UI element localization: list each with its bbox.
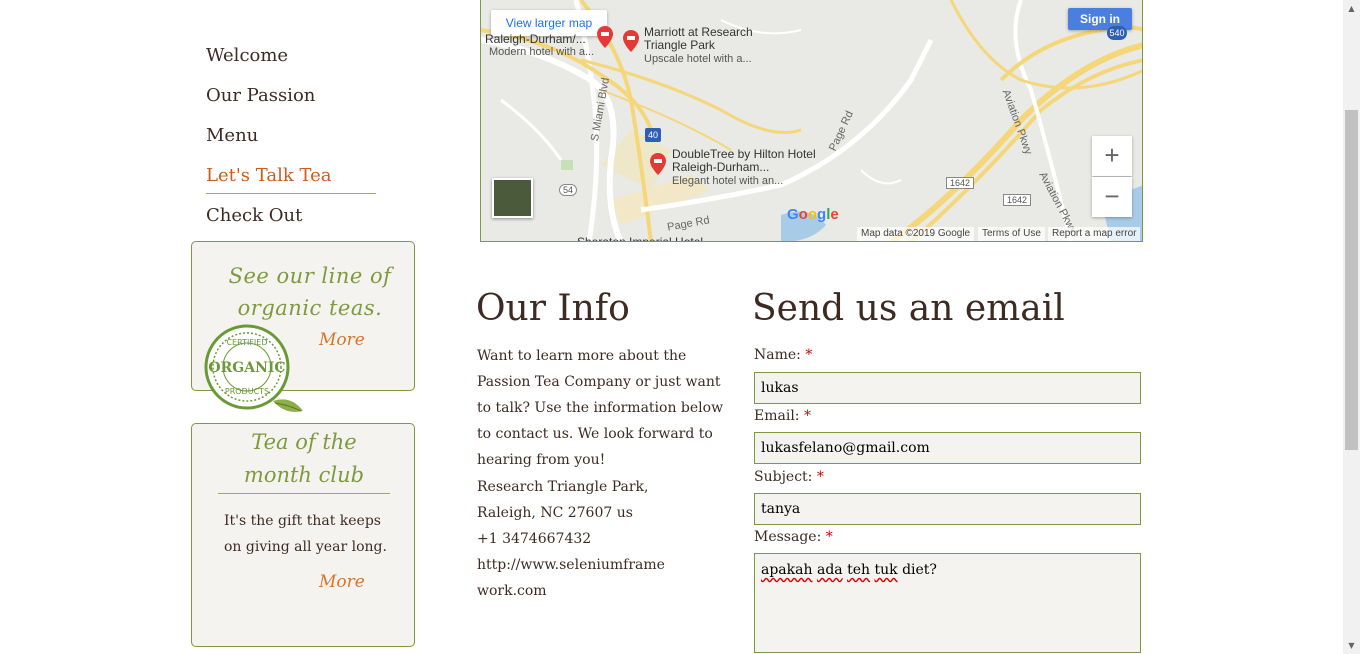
map-data-credit: Map data ©2019 Google (857, 227, 975, 241)
organic-seal-icon: CERTIFIED ORGANIC PRODUCTS (204, 324, 303, 412)
contact-details: Research Triangle Park, Raleigh, NC 2760… (477, 474, 667, 604)
map-place-doubletree: DoubleTree by Hilton Hotel Raleigh-Durha… (672, 147, 816, 174)
tea-club-title: Tea of the month club (218, 426, 390, 494)
message-label: Message: * (754, 529, 833, 545)
hotel-pin-icon[interactable] (597, 26, 613, 48)
message-word: diet? (902, 562, 937, 578)
address-line-1: Research Triangle Park, (477, 479, 649, 495)
tea-club-more-link[interactable]: More (319, 572, 365, 592)
map-zoom-out-button[interactable]: − (1092, 177, 1132, 217)
our-info-heading: Our Info (476, 288, 630, 329)
map-zoom-in-button[interactable]: + (1092, 136, 1132, 176)
route-1642-shield-icon: 1642 (946, 177, 974, 189)
scroll-up-arrow-icon[interactable]: ▲ (1343, 0, 1360, 17)
map-place-marriott-sub: Upscale hotel with a... (644, 53, 752, 65)
map-place-marriott: Marriott at Research Triangle Park (644, 25, 753, 52)
route-1642-shield-icon: 1642 (1003, 194, 1031, 206)
map-place-raleigh-durham: Raleigh-Durham/... (485, 33, 586, 46)
scrollbar-thumb[interactable] (1345, 110, 1358, 450)
scroll-down-arrow-icon[interactable]: ▼ (1343, 637, 1360, 654)
message-word: teh (847, 562, 871, 578)
tea-club-card: Tea of the month club It's the gift that… (191, 423, 415, 647)
message-word: apakah (761, 562, 813, 578)
nav-item-our-passion[interactable]: Our Passion (206, 82, 376, 122)
hotel-pin-icon[interactable] (650, 153, 666, 175)
page-scrollbar[interactable]: ▲ ▼ (1343, 0, 1360, 654)
seal-bottom-text: PRODUCTS (225, 387, 269, 396)
address-line-2: Raleigh, NC 27607 us (477, 505, 633, 521)
email-field[interactable]: lukasfelano@gmail.com (754, 432, 1141, 464)
nav-item-welcome[interactable]: Welcome (206, 42, 376, 82)
nav-item-menu[interactable]: Menu (206, 122, 376, 162)
sidebar-nav: Welcome Our Passion Menu Let's Talk Tea … (206, 42, 376, 242)
hotel-pin-icon[interactable] (623, 30, 639, 52)
message-textarea[interactable]: apakah ada teh tuk diet? (754, 553, 1141, 653)
seal-top-text: CERTIFIED (226, 338, 267, 347)
subject-field[interactable]: tanya (754, 493, 1141, 525)
map-place-raleigh-durham-sub: Modern hotel with a... (489, 46, 595, 58)
interstate-40-shield-icon: 40 (645, 128, 661, 142)
nav-item-check-out[interactable]: Check Out (206, 202, 376, 242)
message-word: tuk (874, 562, 898, 578)
map-place-sheraton: Sheraton Imperial Hotel (577, 236, 703, 241)
required-mark: * (805, 347, 813, 363)
organic-more-link[interactable]: More (319, 330, 365, 350)
google-logo: Google (787, 206, 839, 223)
google-map[interactable]: View larger map Sign in Raleigh-Durham/.… (480, 0, 1143, 242)
tea-club-text: It's the gift that keeps on giving all y… (224, 513, 387, 555)
seal-middle-text: ORGANIC (208, 360, 285, 376)
required-mark: * (803, 408, 811, 424)
satellite-view-toggle[interactable] (492, 178, 533, 218)
name-label: Name: * (754, 347, 813, 363)
subject-label: Subject: * (754, 469, 824, 485)
send-email-heading: Send us an email (752, 288, 1065, 329)
our-info-text: Want to learn more about the Passion Tea… (477, 348, 724, 468)
email-label: Email: * (754, 408, 811, 424)
map-place-doubletree-sub: Elegant hotel with an... (672, 175, 784, 187)
phone-number: +1 3474667432 (477, 531, 592, 547)
map-report-error-link[interactable]: Report a map error (1048, 227, 1141, 241)
website-link[interactable]: http://www.seleniumframework.com (477, 552, 667, 604)
route-540-shield-icon: 540 (1107, 26, 1127, 40)
nav-item-lets-talk-tea[interactable]: Let's Talk Tea (206, 162, 376, 194)
message-word: ada (816, 562, 843, 578)
route-54-shield-icon: 54 (559, 184, 577, 196)
required-mark: * (816, 469, 824, 485)
required-mark: * (825, 529, 833, 545)
name-field[interactable]: lukas (754, 372, 1141, 404)
organic-teas-title: See our line of organic teas. (228, 264, 392, 320)
map-terms-link[interactable]: Terms of Use (978, 227, 1045, 241)
